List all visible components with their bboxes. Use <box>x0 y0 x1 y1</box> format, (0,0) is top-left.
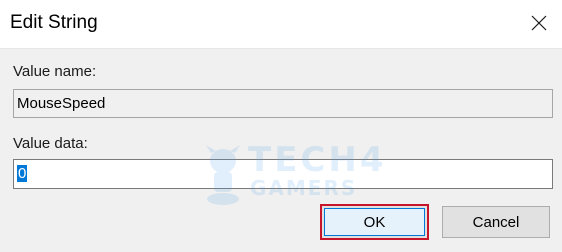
edit-string-dialog: Edit String Value name: MouseSpeed Value… <box>0 0 562 252</box>
close-icon <box>531 15 547 31</box>
dialog-body: Value name: MouseSpeed Value data: 0 TEC… <box>0 49 562 252</box>
dialog-title: Edit String <box>10 12 98 33</box>
title-bar[interactable]: Edit String <box>0 0 562 48</box>
value-data-input[interactable]: 0 <box>13 159 553 189</box>
cancel-button[interactable]: Cancel <box>442 206 550 238</box>
value-data-label: Value data: <box>13 135 88 152</box>
value-name-label: Value name: <box>13 63 97 80</box>
value-name-text: MouseSpeed <box>17 95 106 112</box>
cancel-button-label: Cancel <box>472 213 520 231</box>
value-name-field: MouseSpeed <box>13 89 553 118</box>
ok-button-label: OK <box>363 213 386 231</box>
value-data-text: 0 <box>17 165 28 182</box>
ok-button-face: OK <box>324 208 425 236</box>
ok-button[interactable]: OK <box>320 204 429 240</box>
close-button[interactable] <box>516 0 562 46</box>
